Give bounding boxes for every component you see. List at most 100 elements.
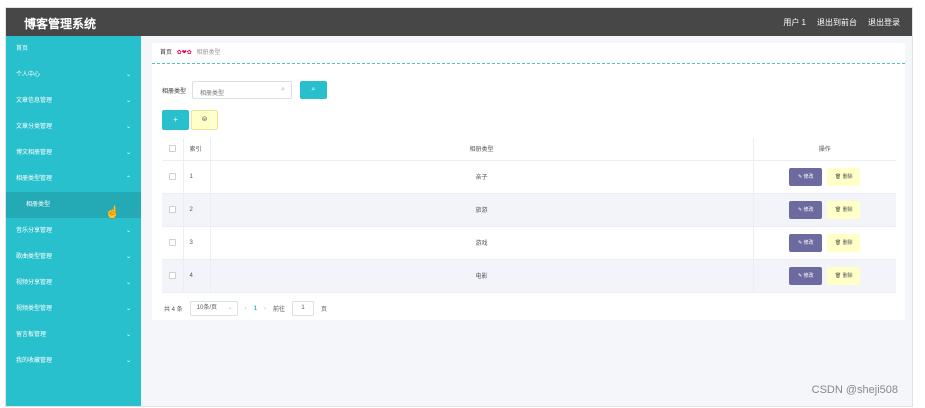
delete-button[interactable]: 🗑 删除 <box>827 233 861 252</box>
main-panel: 首页 ✿❤✿ 相册类型 相册类型 ⌕ ⌕ + ⊜ 索引 相册类型 <box>152 43 905 320</box>
select-all-checkbox[interactable] <box>168 145 176 153</box>
row-checkbox[interactable] <box>168 271 176 279</box>
sidebar-item[interactable]: 文章信息管理 ⌄ <box>6 88 141 114</box>
table-row: 1 亲子 ✎ 修改 🗑 删除 <box>162 160 896 194</box>
sidebar-item-label: 文章信息管理 <box>16 98 53 104</box>
row-index: 4 <box>182 259 211 293</box>
breadcrumb-home[interactable]: 首页 <box>160 50 172 56</box>
row-type: 电影 <box>210 259 754 293</box>
chevron-down-icon: ⌄ <box>125 124 131 130</box>
mouse-cursor-icon: ☝ <box>105 205 120 219</box>
sidebar-item-label: 视频类型管理 <box>16 306 53 312</box>
search-field[interactable]: ⌕ <box>192 81 293 102</box>
sidebar-item[interactable]: 视频分享管理 ⌄ <box>6 270 141 296</box>
sidebar-item[interactable]: 留言板管理 ⌄ <box>6 322 141 348</box>
table-row: 3 游戏 ✎ 修改 🗑 删除 <box>162 226 896 260</box>
sidebar-item[interactable]: 博文相册管理 ⌄ <box>6 140 141 166</box>
sidebar-subitem[interactable]: 相册类型 <box>6 192 141 218</box>
watermark: CSDN @sheji508 <box>811 384 898 396</box>
sidebar-item-label: 文章分类管理 <box>16 124 53 130</box>
table-row: 4 电影 ✎ 修改 🗑 删除 <box>162 259 896 293</box>
row-index: 1 <box>182 160 211 194</box>
chevron-down-icon: ⌄ <box>125 72 131 78</box>
sidebar-item-label: 歌曲类型管理 <box>16 254 53 260</box>
goto-page-input[interactable]: 1 <box>292 301 315 316</box>
chevron-down-icon: ⌄ <box>125 358 131 364</box>
sidebar-item[interactable]: 我的收藏管理 ⌄ <box>6 348 141 374</box>
sidebar-item[interactable]: 个人中心 ⌄ <box>6 62 141 88</box>
chevron-down-icon: ⌄ <box>125 306 131 312</box>
breadcrumb-separator-icon: ✿❤✿ <box>176 50 192 56</box>
row-actions: ✎ 修改 🗑 删除 <box>753 193 896 227</box>
row-type: 游戏 <box>210 226 754 260</box>
page-size-select[interactable]: 10条/页 ⌄ <box>189 301 238 316</box>
row-index: 3 <box>182 226 211 260</box>
edit-button[interactable]: ✎ 修改 <box>789 167 823 186</box>
page-suffix: 页 <box>321 307 328 313</box>
breadcrumb: 首页 ✿❤✿ 相册类型 <box>152 43 905 64</box>
edit-button[interactable]: ✎ 修改 <box>789 233 823 252</box>
sidebar: 首页 个人中心 ⌄ 文章信息管理 ⌄ 文章分类管理 ⌄ 博文相册管理 ⌄ 相册类型管理 ⌃ 相册类型音… <box>6 36 141 406</box>
table-row: 2 旅游 ✎ 修改 🗑 删除 <box>162 193 896 227</box>
sidebar-item-label: 个人中心 <box>16 72 41 78</box>
search-input[interactable] <box>193 86 292 102</box>
sidebar-item-label: 留言板管理 <box>16 332 47 338</box>
sidebar-item[interactable]: 歌曲类型管理 ⌄ <box>6 244 141 270</box>
table-header-row: 索引 相册类型 操作 <box>162 138 896 161</box>
back-to-frontend-link[interactable]: 退出到前台 <box>817 17 857 28</box>
chevron-down-icon: ⌄ <box>125 332 131 338</box>
row-select-cell <box>162 226 183 260</box>
sidebar-item-label: 视频分享管理 <box>16 280 53 286</box>
header-index: 索引 <box>182 138 211 161</box>
sidebar-item[interactable]: 音乐分享管理 ⌄ <box>6 218 141 244</box>
delete-button[interactable]: 🗑 删除 <box>827 167 861 186</box>
header-type: 相册类型 <box>210 138 754 161</box>
logout-link[interactable]: 退出登录 <box>868 17 900 28</box>
row-select-cell <box>162 259 183 293</box>
album-type-table: 索引 相册类型 操作 1 亲子 ✎ 修改 🗑 删除 2 旅游 ✎ 修改 🗑 删除 3 游戏 ✎ 修改… <box>162 138 896 293</box>
page-size-value: 10条/页 <box>196 305 218 311</box>
search-button[interactable]: ⌕ <box>300 81 328 99</box>
select-all-cell <box>162 138 183 161</box>
sidebar-item-label: 相册类型管理 <box>16 176 53 182</box>
sidebar-item-label: 博文相册管理 <box>16 150 53 156</box>
search-label: 相册类型 <box>162 88 187 95</box>
row-select-cell <box>162 160 183 194</box>
row-checkbox[interactable] <box>168 172 176 180</box>
prev-page-button[interactable]: ‹ <box>245 306 247 312</box>
app-window: 博客管理系统 用户 1 退出到前台 退出登录 首页 个人中心 ⌄ 文章信息管理 ⌄ 文章分… <box>5 7 913 407</box>
chevron-down-icon: ⌄ <box>125 98 131 104</box>
sidebar-item[interactable]: 文章分类管理 ⌄ <box>6 114 141 140</box>
batch-delete-button[interactable]: ⊜ <box>191 110 218 130</box>
sidebar-item[interactable]: 相册类型管理 ⌃ <box>6 166 141 192</box>
sidebar-item-label: 我的收藏管理 <box>16 358 53 364</box>
top-bar: 博客管理系统 用户 1 退出到前台 退出登录 <box>6 8 912 36</box>
row-type: 亲子 <box>210 160 754 194</box>
breadcrumb-current: 相册类型 <box>196 50 221 56</box>
add-button[interactable]: + <box>162 110 189 130</box>
next-page-button[interactable]: › <box>264 306 266 312</box>
chevron-down-icon: ⌄ <box>227 305 233 311</box>
row-actions: ✎ 修改 🗑 删除 <box>753 259 896 293</box>
sidebar-item[interactable]: 首页 <box>6 36 141 62</box>
row-actions: ✎ 修改 🗑 删除 <box>753 160 896 194</box>
row-checkbox[interactable] <box>168 205 176 213</box>
delete-button[interactable]: 🗑 删除 <box>827 266 861 285</box>
row-checkbox[interactable] <box>168 238 176 246</box>
header-actions: 用户 1 退出到前台 退出登录 <box>783 17 900 28</box>
chevron-down-icon: ⌄ <box>125 254 131 260</box>
pagination-total: 共 4 条 <box>164 307 183 313</box>
current-user[interactable]: 用户 1 <box>783 17 806 28</box>
sidebar-item[interactable]: 视频类型管理 ⌄ <box>6 296 141 322</box>
page-number-current[interactable]: 1 <box>254 306 257 312</box>
action-buttons: + ⊜ <box>162 110 218 130</box>
edit-button[interactable]: ✎ 修改 <box>789 200 823 219</box>
row-index: 2 <box>182 193 211 227</box>
edit-button[interactable]: ✎ 修改 <box>789 266 823 285</box>
delete-button[interactable]: 🗑 删除 <box>827 200 861 219</box>
sidebar-item-label: 相册类型 <box>26 202 51 208</box>
search-button-icon: ⌕ <box>311 86 316 93</box>
search-icon: ⌕ <box>281 86 286 93</box>
sidebar-item-label: 音乐分享管理 <box>16 228 53 234</box>
search-form: 相册类型 ⌕ ⌕ <box>162 81 328 102</box>
